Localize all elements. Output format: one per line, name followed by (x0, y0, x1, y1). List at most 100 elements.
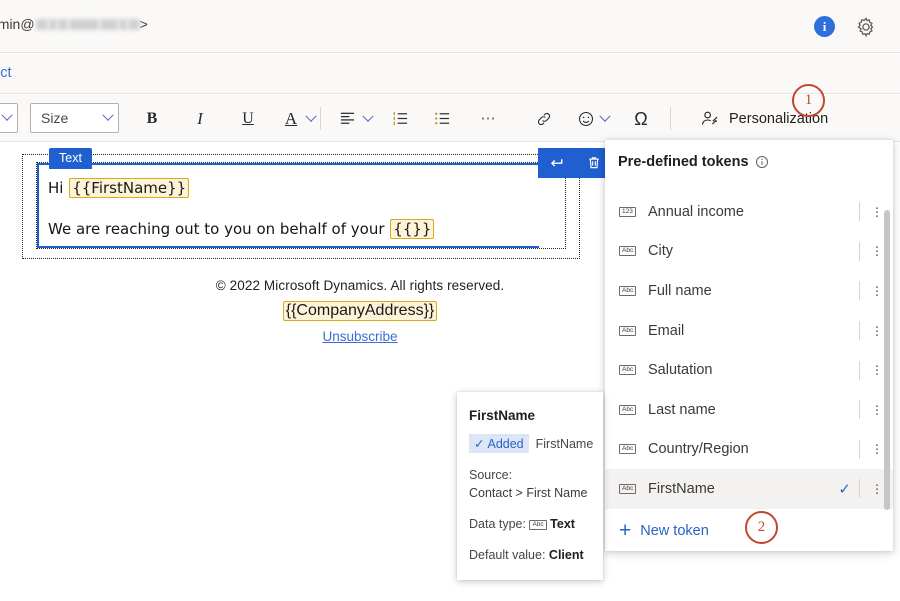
chevron-down-icon (305, 110, 316, 121)
flyout-default-value-text: Client (549, 548, 584, 562)
token-row-more-icon[interactable]: ··· (871, 285, 883, 297)
panel-scrollbar-thumb[interactable] (884, 210, 890, 510)
bulleted-list-button[interactable] (428, 95, 456, 142)
chevron-down-icon (1, 110, 12, 121)
font-size-dropdown[interactable]: Size (30, 103, 119, 133)
element-type-badge: Text (49, 148, 92, 169)
abc-type-icon: Abc (619, 405, 637, 415)
more-options-button[interactable]: ⋯ (474, 95, 502, 142)
numbered-list-button[interactable] (386, 95, 414, 142)
gear-icon[interactable] (854, 15, 878, 39)
toolbar-divider (320, 107, 321, 130)
flyout-datatype-value: Text (550, 517, 575, 531)
subject-field[interactable]: ject (0, 65, 12, 81)
token-row-more-icon[interactable]: ··· (871, 325, 883, 337)
font-family-dropdown[interactable] (0, 103, 18, 133)
bulleted-list-icon (434, 110, 451, 127)
link-button[interactable] (530, 95, 558, 142)
token-row[interactable]: 123Annual income··· (605, 192, 893, 232)
token-row-divider (859, 479, 860, 498)
token-row-more-icon[interactable]: ··· (871, 245, 883, 257)
panel-title: Pre-defined tokens (618, 154, 769, 170)
flyout-title: FirstName (469, 408, 591, 423)
flyout-added-row: ✓Added FirstName (469, 434, 591, 453)
firstname-token[interactable]: {{FirstName}} (69, 178, 189, 198)
flyout-source-label: Source: (469, 466, 591, 484)
predefined-tokens-panel: Pre-defined tokens 123Annual income···Ab… (605, 140, 893, 551)
from-address: dmin@> (0, 16, 148, 32)
number-type-icon: 123 (619, 207, 637, 217)
italic-button[interactable]: I (185, 95, 215, 142)
token-row-label: City (648, 243, 851, 259)
token-row[interactable]: Abc Email ··· (605, 311, 893, 351)
abc-type-icon: Abc (619, 484, 637, 494)
token-row-more-icon[interactable]: ··· (871, 364, 883, 376)
annotation-marker-1-number: 1 (805, 92, 813, 109)
panel-scrollbar-track[interactable] (884, 210, 890, 510)
font-size-value: Size (41, 110, 68, 126)
return-arrow-icon (548, 155, 565, 172)
added-label: Added (487, 437, 523, 451)
body-line-2[interactable]: We are reaching out to you on behalf of … (48, 219, 435, 239)
token-row-more-icon[interactable]: ··· (871, 404, 883, 416)
abc-type-icon: Abc (619, 326, 637, 336)
align-left-icon (339, 110, 356, 127)
token-detail-flyout: FirstName ✓Added FirstName Source: Conta… (457, 392, 603, 580)
check-icon: ✓ (474, 436, 484, 451)
token-row-divider (859, 202, 860, 221)
abc-type-icon: Abc (619, 246, 637, 256)
from-address-prefix: dmin@ (0, 16, 35, 32)
token-row-divider (859, 281, 860, 300)
trash-icon (586, 155, 602, 171)
panel-title-label: Pre-defined tokens (618, 154, 749, 170)
toolbar-divider (670, 107, 671, 130)
underline-label: U (242, 111, 254, 127)
redacted-block (100, 19, 118, 30)
token-row-divider (859, 400, 860, 419)
emoji-icon (577, 110, 595, 128)
info-icon-glyph: i (823, 19, 827, 35)
token-row[interactable]: AbcSalutation··· (605, 350, 893, 390)
special-character-button[interactable]: Ω (628, 95, 654, 142)
email-header-bar: dmin@> i (0, 0, 900, 53)
emoji-chevron-button[interactable] (594, 95, 616, 142)
info-icon[interactable]: i (814, 16, 835, 37)
token-row[interactable]: AbcLast name··· (605, 390, 893, 430)
type-icon-label: Abc (619, 484, 636, 494)
token-row[interactable]: Abc City ··· (605, 232, 893, 272)
token-row-more-icon[interactable]: ··· (871, 206, 883, 218)
font-color-chevron-button[interactable] (300, 95, 322, 142)
annotation-marker-2-number: 2 (758, 519, 766, 536)
person-add-icon (700, 109, 720, 129)
numbered-list-icon (392, 110, 409, 127)
annotation-marker-2: 2 (745, 511, 778, 544)
token-row[interactable]: AbcFirstName✓··· (605, 469, 893, 509)
abc-type-icon: Abc (619, 365, 637, 375)
token-row-divider (859, 242, 860, 261)
type-icon-label: 123 (619, 207, 636, 217)
omega-icon: Ω (634, 110, 647, 128)
token-row-more-icon[interactable]: ··· (871, 443, 883, 455)
token-row-label: Email (648, 323, 851, 339)
bold-button[interactable]: B (137, 95, 167, 142)
companyaddress-token[interactable]: {{CompanyAddress}} (283, 301, 438, 321)
token-row[interactable]: AbcFull name··· (605, 271, 893, 311)
link-icon (535, 110, 553, 128)
type-icon-label: Abc (619, 326, 636, 336)
token-row-more-icon[interactable]: ··· (871, 483, 883, 495)
redacted-block (36, 19, 48, 30)
empty-token[interactable]: {{}} (390, 219, 434, 239)
redacted-block (128, 19, 140, 30)
abc-type-icon: Abc (529, 520, 546, 530)
underline-button[interactable]: U (233, 95, 263, 142)
italic-label: I (197, 110, 203, 127)
delete-element-button[interactable] (586, 155, 602, 171)
bold-label: B (147, 111, 158, 127)
redacted-block (69, 19, 99, 30)
type-icon-label: Abc (619, 246, 636, 256)
align-chevron-button[interactable] (357, 95, 379, 142)
token-list[interactable]: 123Annual income···AbcCity···AbcFull nam… (605, 192, 893, 510)
body-line-1[interactable]: Hi {{FirstName}} (48, 178, 190, 198)
token-row[interactable]: AbcCountry/Region··· (605, 430, 893, 470)
move-element-button[interactable] (548, 155, 565, 172)
